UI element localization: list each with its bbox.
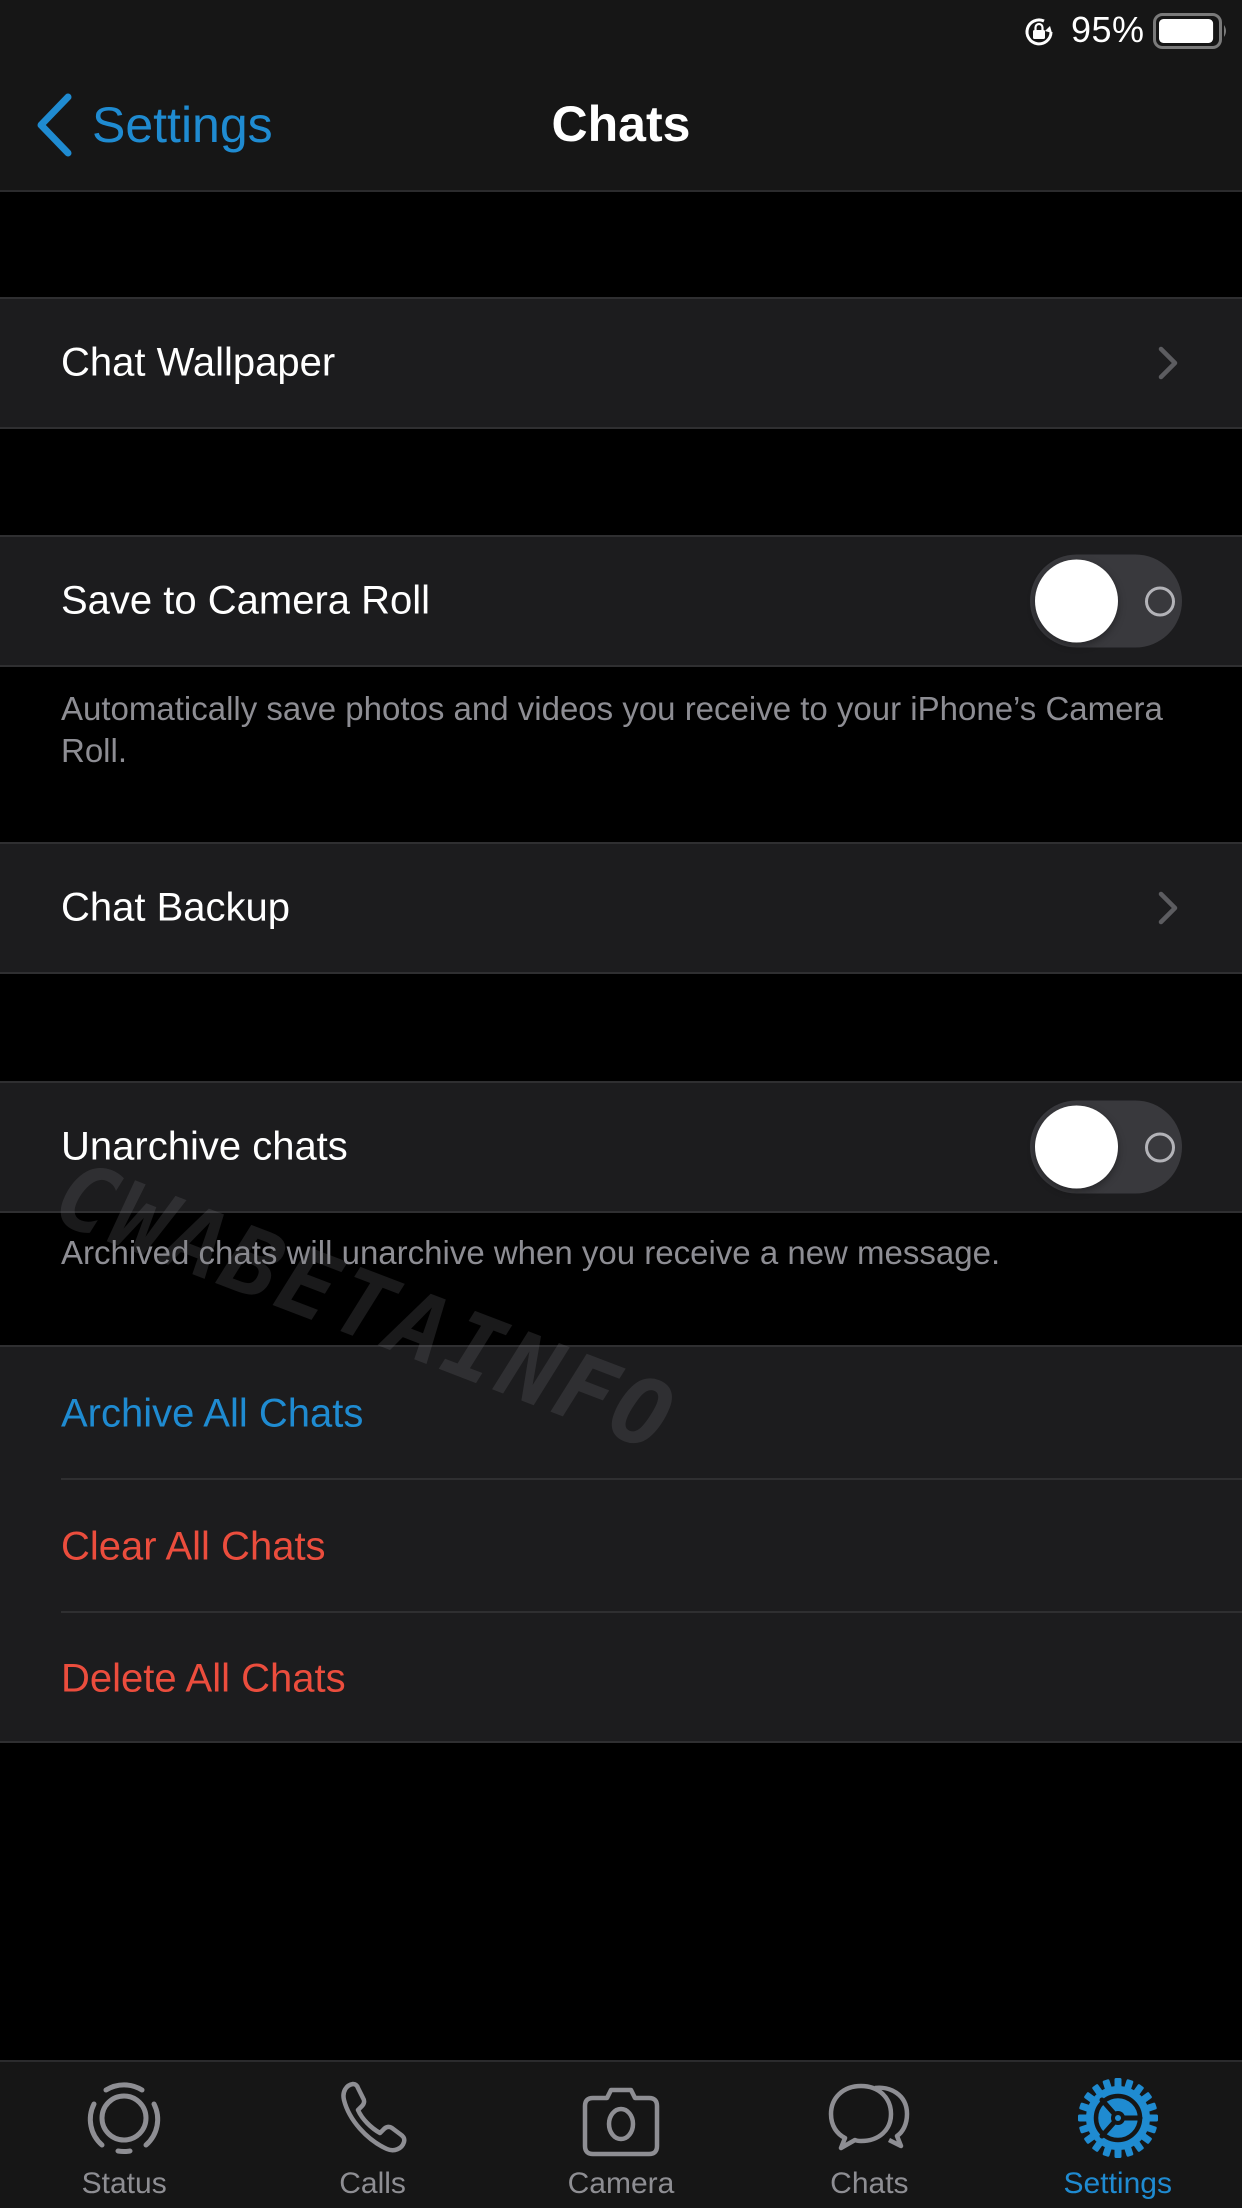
battery-icon	[1153, 13, 1226, 49]
save-to-camera-roll-label: Save to Camera Roll	[61, 578, 431, 623]
battery-percentage: 95%	[1071, 9, 1145, 50]
camera-icon	[582, 2087, 660, 2157]
status-bar: 95%	[0, 0, 1242, 60]
save-to-camera-roll-toggle[interactable]	[1030, 554, 1182, 648]
tab-status-label: Status	[81, 2167, 167, 2200]
chat-actions-group: Archive All Chats Clear All Chats Delete…	[0, 1345, 1242, 1743]
phone-icon	[340, 2081, 407, 2153]
tab-chats-label: Chats	[830, 2167, 909, 2200]
tab-chats[interactable]: Chats	[745, 2062, 993, 2208]
tab-calls[interactable]: Calls	[248, 2062, 496, 2208]
tab-calls-label: Calls	[339, 2167, 406, 2200]
status-icon	[88, 2082, 161, 2155]
chevron-right-icon	[1158, 346, 1178, 380]
unarchive-chats-label: Unarchive chats	[61, 1124, 348, 1169]
toggle-off-indicator-icon	[1145, 586, 1175, 617]
tab-status[interactable]: Status	[0, 2062, 248, 2208]
tab-camera-label: Camera	[567, 2167, 675, 2200]
orientation-lock-icon	[1025, 18, 1053, 46]
unarchive-chats-row: Unarchive chats	[0, 1081, 1242, 1213]
navigation-bar: Settings Chats	[0, 60, 1242, 192]
unarchive-chats-toggle[interactable]	[1030, 1100, 1182, 1194]
chat-bubbles-icon	[829, 2083, 910, 2151]
delete-all-chats-button[interactable]: Delete All Chats	[0, 1612, 1242, 1745]
tab-settings-label: Settings	[1063, 2167, 1172, 2200]
chat-wallpaper-row[interactable]: Chat Wallpaper	[0, 297, 1242, 429]
chat-backup-row[interactable]: Chat Backup	[0, 842, 1242, 974]
archive-all-chats-button[interactable]: Archive All Chats	[0, 1347, 1242, 1480]
tab-camera[interactable]: Camera	[497, 2062, 745, 2208]
toggle-knob	[1035, 559, 1118, 643]
toggle-knob	[1035, 1105, 1118, 1189]
chevron-right-icon	[1158, 891, 1178, 925]
clear-all-chats-label: Clear All Chats	[61, 1524, 326, 1568]
archive-all-chats-label: Archive All Chats	[61, 1391, 364, 1435]
page-title: Chats	[551, 96, 691, 152]
toggle-off-indicator-icon	[1145, 1132, 1175, 1163]
save-to-camera-roll-row: Save to Camera Roll	[0, 535, 1242, 667]
chat-backup-label: Chat Backup	[61, 885, 291, 930]
save-to-camera-roll-footer: Automatically save photos and videos you…	[61, 690, 1163, 769]
unarchive-chats-footer: Archived chats will unarchive when you r…	[61, 1234, 1001, 1271]
tab-settings[interactable]: Settings	[994, 2062, 1242, 2208]
tab-bar: Status Calls Camera Chats Settings	[0, 2060, 1242, 2208]
clear-all-chats-button[interactable]: Clear All Chats	[0, 1480, 1242, 1613]
chat-wallpaper-label: Chat Wallpaper	[61, 340, 336, 385]
delete-all-chats-label: Delete All Chats	[61, 1656, 346, 1700]
gear-icon	[1077, 2078, 1158, 2158]
